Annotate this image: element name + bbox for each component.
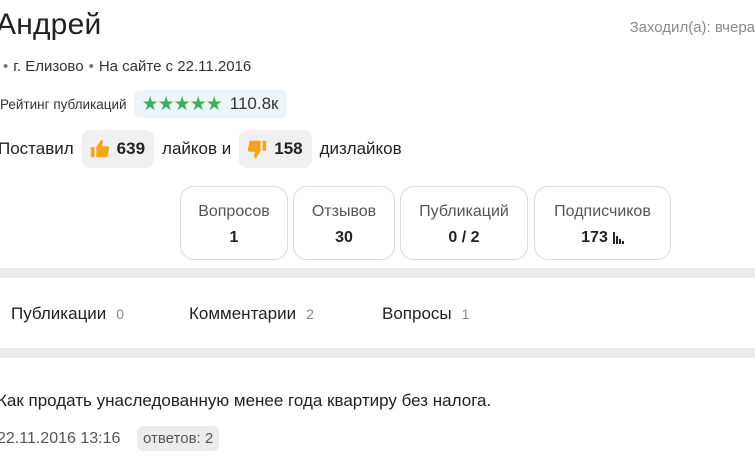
profile-since: На сайте с 22.11.2016	[98, 58, 252, 75]
stat-label: Отзывов	[311, 203, 377, 220]
tab-label: Комментарии	[189, 304, 297, 323]
rating-value: 110.8к	[229, 94, 279, 113]
stat-value-wrap: 173	[535, 229, 670, 247]
publication-title-link[interactable]: Как продать унаследованную менее года кв…	[0, 391, 491, 411]
stat-questions[interactable]: Вопросов 1	[180, 186, 288, 260]
stat-value: 0 / 2	[448, 229, 480, 246]
stat-value: 30	[335, 229, 353, 246]
meta-bullet: •	[3, 58, 9, 75]
tab-comments[interactable]: Комментарии 2	[189, 304, 314, 324]
tab-label: Вопросы	[382, 304, 452, 323]
profile-name: Андрей	[0, 8, 102, 41]
stat-value: 1	[229, 229, 239, 246]
dislikes-badge[interactable]: 158	[239, 130, 312, 168]
section-divider	[0, 268, 755, 278]
profile-tabs: Публикации 0 Комментарии 2 Вопросы 1	[0, 278, 755, 348]
answers-badge[interactable]: ответов: 2	[137, 426, 220, 451]
bar-chart-icon	[612, 232, 624, 244]
section-divider	[0, 348, 755, 358]
tab-count: 0	[116, 306, 125, 322]
stat-label: Вопросов	[198, 203, 270, 220]
likes-prefix: Поставил	[0, 139, 74, 158]
stat-label: Подписчиков	[554, 203, 651, 220]
stat-subscribers[interactable]: Подписчиков 173	[534, 186, 671, 260]
tab-label: Публикации	[11, 304, 107, 323]
rating-badge: ★★★★★ 110.8к	[133, 90, 287, 118]
stat-label: Публикаций	[419, 203, 509, 220]
tab-count: 1	[461, 306, 470, 322]
rating-row: Рейтинг публикаций ★★★★★ 110.8к	[0, 90, 287, 118]
tab-questions[interactable]: Вопросы 1	[382, 304, 469, 324]
dislikes-count: 158	[274, 139, 303, 158]
likes-middle: лайков и	[162, 139, 232, 158]
meta-bullet: •	[88, 58, 94, 75]
likes-badge[interactable]: 639	[81, 130, 155, 168]
tab-count: 2	[306, 306, 314, 322]
rating-label: Рейтинг публикаций	[0, 96, 127, 112]
publication-date: 22.11.2016 13:16	[0, 430, 121, 447]
stat-reviews[interactable]: Отзывов 30	[293, 186, 395, 260]
stat-publications[interactable]: Публикаций 0 / 2	[400, 186, 528, 260]
profile-city: г. Елизово	[13, 58, 84, 75]
rating-stars-icon: ★★★★★	[141, 93, 223, 115]
likes-row: Поставил 639 лайков и 158 дизлайков	[0, 130, 402, 168]
last-seen: Заходил(а): вчера	[629, 19, 755, 36]
likes-count: 639	[116, 139, 146, 158]
thumbs-up-icon	[90, 139, 109, 158]
likes-suffix: дизлайков	[319, 139, 402, 158]
stat-value: 173	[581, 229, 608, 246]
tab-publications[interactable]: Публикации 0	[11, 304, 124, 324]
profile-meta: • г. Елизово • На сайте с 22.11.2016	[0, 58, 251, 75]
thumbs-down-icon	[248, 140, 267, 159]
